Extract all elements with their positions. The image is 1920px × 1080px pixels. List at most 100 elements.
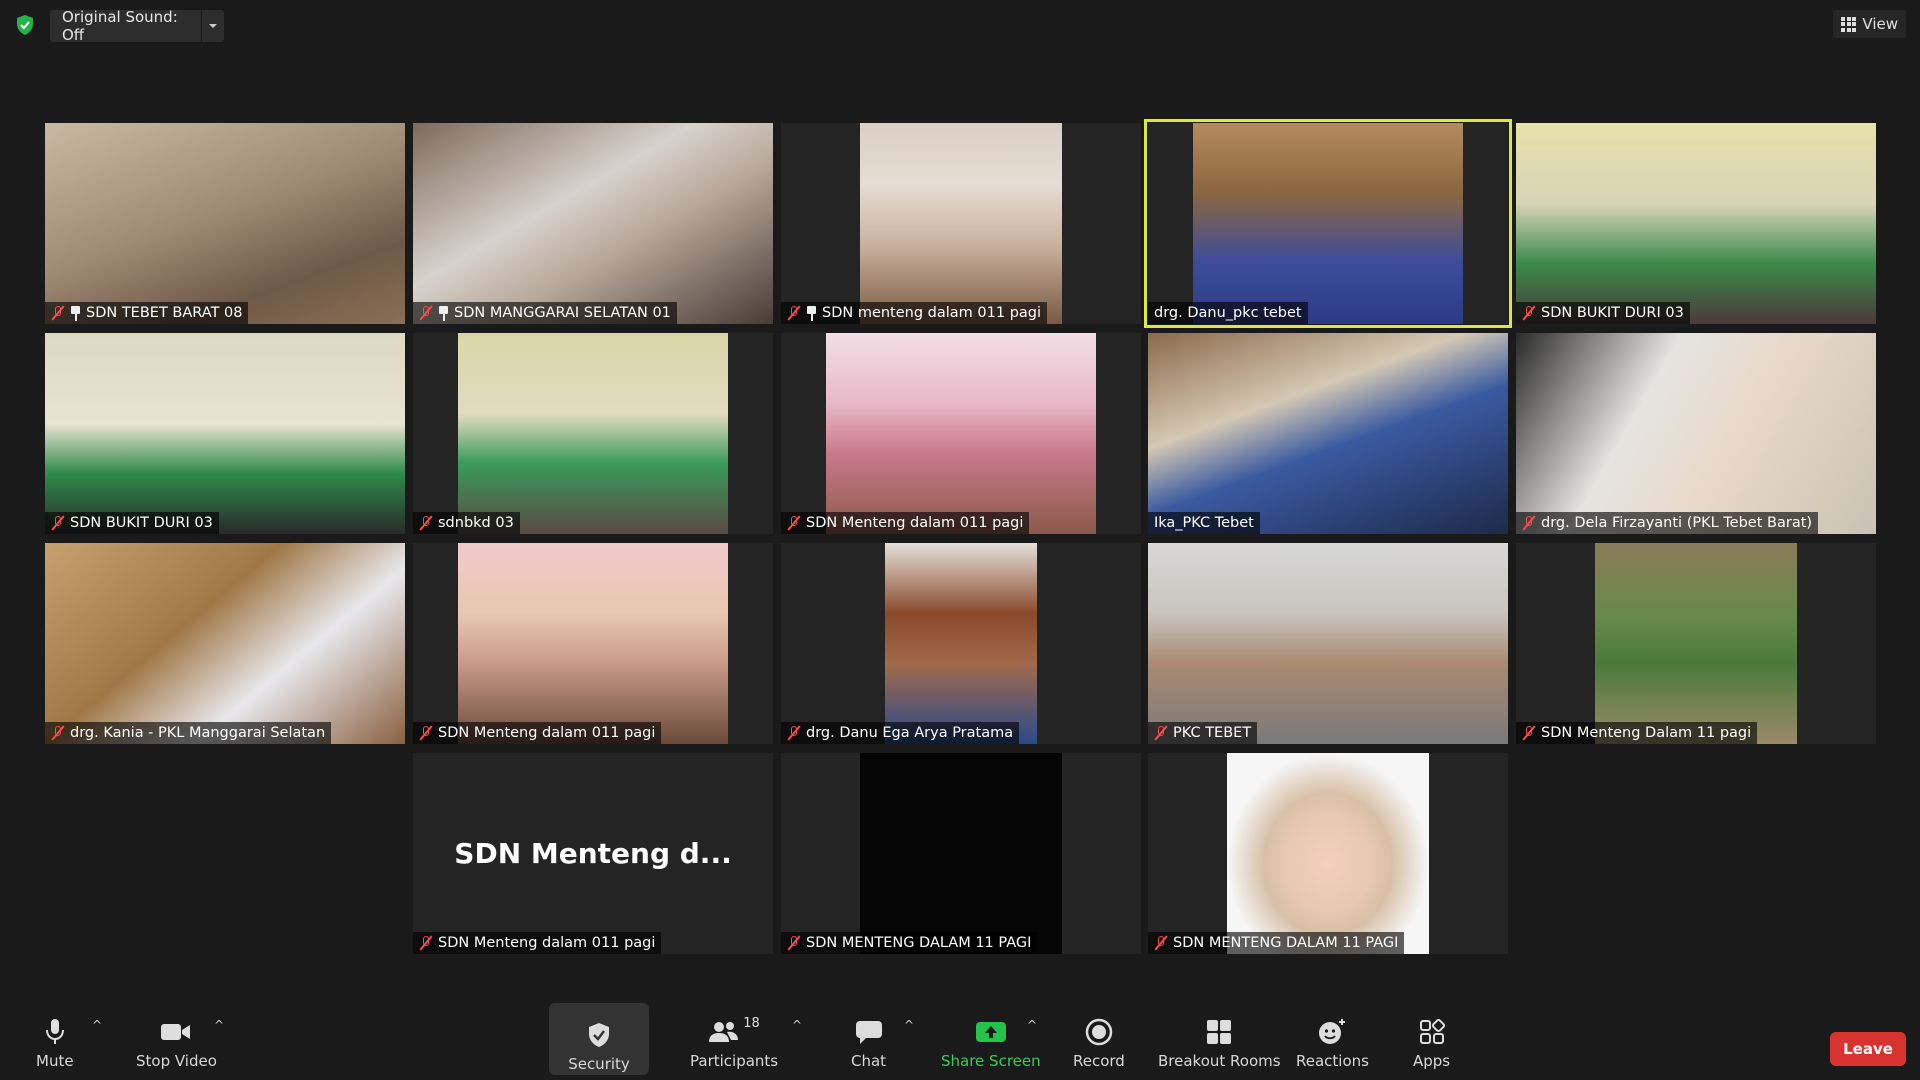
participants-label: Participants <box>690 1052 779 1070</box>
muted-mic-icon <box>51 515 65 531</box>
security-shield-icon[interactable] <box>14 14 36 36</box>
share-screen-options-chevron-icon[interactable]: ^ <box>1027 1018 1037 1032</box>
participant-caption: SDN Menteng dalam 011 pagi <box>781 512 1030 534</box>
participant-video <box>1148 543 1508 744</box>
participant-caption: drg. Dela Firzayanti (PKL Tebet Barat) <box>1516 512 1819 534</box>
muted-mic-icon <box>1522 725 1536 741</box>
participant-video <box>1148 333 1508 534</box>
participant-caption: SDN BUKIT DURI 03 <box>1516 302 1690 324</box>
participant-tile[interactable]: sdnbkd 03 <box>413 333 773 534</box>
participant-name: SDN MANGGARAI SELATAN 01 <box>454 305 671 321</box>
mute-button[interactable]: Mute <box>36 1008 74 1072</box>
participant-caption: SDN MENTENG DALAM 11 PAGI <box>1148 932 1405 954</box>
reactions-button[interactable]: Reactions <box>1296 1008 1369 1072</box>
chat-button[interactable]: Chat <box>851 1008 886 1072</box>
participant-name: drg. Kania - PKL Manggarai Selatan <box>70 725 326 741</box>
breakout-rooms-button[interactable]: Breakout Rooms <box>1158 1008 1281 1072</box>
leave-button[interactable]: Leave <box>1830 1032 1906 1066</box>
record-icon <box>1085 1014 1113 1050</box>
participant-video <box>860 753 1062 954</box>
participant-tile[interactable]: SDN Menteng dalam 011 pagi <box>413 543 773 744</box>
apps-icon <box>1419 1014 1445 1050</box>
video-camera-icon <box>160 1014 192 1050</box>
muted-mic-icon <box>1522 515 1536 531</box>
participant-name: SDN Menteng dalam 011 pagi <box>806 515 1024 531</box>
muted-mic-icon <box>1522 305 1536 321</box>
muted-mic-icon <box>419 935 433 951</box>
participant-video <box>826 333 1096 534</box>
record-button[interactable]: Record <box>1073 1008 1125 1072</box>
participant-tile[interactable]: drg. Danu Ega Arya Pratama <box>781 543 1141 744</box>
security-button[interactable]: Security <box>549 1003 649 1075</box>
mute-options-chevron-icon[interactable]: ^ <box>92 1018 102 1032</box>
participant-video <box>1516 333 1876 534</box>
participant-name: sdnbkd 03 <box>438 515 514 531</box>
participant-caption: SDN TEBET BARAT 08 <box>45 302 249 324</box>
participant-caption: SDN MENTENG DALAM 11 PAGI <box>781 932 1038 954</box>
participants-count: 18 <box>743 1016 760 1031</box>
original-sound-dropdown-icon[interactable] <box>201 10 224 42</box>
participant-video <box>1227 753 1429 954</box>
participant-tile[interactable]: SDN MENTENG DALAM 11 PAGI <box>781 753 1141 954</box>
participant-tile[interactable]: SDN Menteng dalam 011 pagi <box>781 333 1141 534</box>
participant-tile-video-off[interactable]: SDN Menteng d... SDN Menteng dalam 011 p… <box>413 753 773 954</box>
muted-mic-icon <box>787 725 801 741</box>
muted-mic-icon <box>787 935 801 951</box>
chat-bubble-icon <box>855 1014 883 1050</box>
video-options-chevron-icon[interactable]: ^ <box>214 1018 224 1032</box>
participant-tile[interactable]: SDN BUKIT DURI 03 <box>1516 123 1876 324</box>
participant-caption: Ika_PKC Tebet <box>1148 512 1260 534</box>
participant-video <box>885 543 1037 744</box>
participant-name: SDN MENTENG DALAM 11 PAGI <box>1173 935 1399 951</box>
participant-video <box>413 123 773 324</box>
participant-caption: drg. Danu Ega Arya Pratama <box>781 722 1020 744</box>
breakout-rooms-label: Breakout Rooms <box>1158 1052 1281 1070</box>
participant-name: SDN Menteng dalam 011 pagi <box>438 935 656 951</box>
participant-name: drg. Danu Ega Arya Pratama <box>806 725 1014 741</box>
participant-tile[interactable]: PKC TEBET <box>1148 543 1508 744</box>
muted-mic-icon <box>419 725 433 741</box>
participant-name: SDN menteng dalam 011 pagi <box>822 305 1042 321</box>
view-button[interactable]: View <box>1833 10 1906 38</box>
share-screen-button[interactable]: Share Screen <box>941 1008 1041 1072</box>
participants-options-chevron-icon[interactable]: ^ <box>792 1018 802 1032</box>
participant-video <box>1193 123 1463 324</box>
participant-tile[interactable]: drg. Kania - PKL Manggarai Selatan <box>45 543 405 744</box>
pin-icon <box>70 305 81 321</box>
participant-tile[interactable]: SDN TEBET BARAT 08 <box>45 123 405 324</box>
original-sound-button[interactable]: Original Sound: Off <box>50 8 224 44</box>
stop-video-label: Stop Video <box>136 1052 217 1070</box>
participant-caption: drg. Kania - PKL Manggarai Selatan <box>45 722 332 744</box>
grid-view-icon <box>1841 16 1857 32</box>
stop-video-button[interactable]: Stop Video <box>136 1008 217 1072</box>
view-label: View <box>1862 15 1898 33</box>
mute-label: Mute <box>36 1052 74 1070</box>
participant-name: drg. Dela Firzayanti (PKL Tebet Barat) <box>1541 515 1813 531</box>
muted-mic-icon <box>787 305 801 321</box>
muted-mic-icon <box>1154 725 1168 741</box>
participant-caption: SDN BUKIT DURI 03 <box>45 512 219 534</box>
share-screen-label: Share Screen <box>941 1052 1041 1070</box>
participant-tile[interactable]: Ika_PKC Tebet <box>1148 333 1508 534</box>
participant-caption: drg. Danu_pkc tebet <box>1148 302 1308 324</box>
original-sound-label: Original Sound: Off <box>62 8 178 44</box>
participant-tile-active-speaker[interactable]: drg. Danu_pkc tebet <box>1144 119 1512 328</box>
participant-tile[interactable]: SDN Menteng Dalam 11 pagi <box>1516 543 1876 744</box>
participant-video <box>458 333 728 534</box>
participant-video <box>45 543 405 744</box>
participant-name: drg. Danu_pkc tebet <box>1154 305 1302 321</box>
security-label: Security <box>568 1055 630 1073</box>
participant-video <box>1595 543 1797 744</box>
chat-options-chevron-icon[interactable]: ^ <box>904 1018 914 1032</box>
participants-button[interactable]: 18 Participants <box>690 1008 778 1072</box>
chat-label: Chat <box>851 1052 887 1070</box>
participant-tile[interactable]: SDN BUKIT DURI 03 <box>45 333 405 534</box>
participant-tile[interactable]: SDN MENTENG DALAM 11 PAGI <box>1148 753 1508 954</box>
record-label: Record <box>1073 1052 1125 1070</box>
apps-button[interactable]: Apps <box>1413 1008 1450 1072</box>
participant-tile[interactable]: drg. Dela Firzayanti (PKL Tebet Barat) <box>1516 333 1876 534</box>
muted-mic-icon <box>1154 935 1168 951</box>
participant-tile[interactable]: SDN menteng dalam 011 pagi <box>781 123 1141 324</box>
participant-name: SDN Menteng dalam 011 pagi <box>438 725 656 741</box>
participant-tile[interactable]: SDN MANGGARAI SELATAN 01 <box>413 123 773 324</box>
